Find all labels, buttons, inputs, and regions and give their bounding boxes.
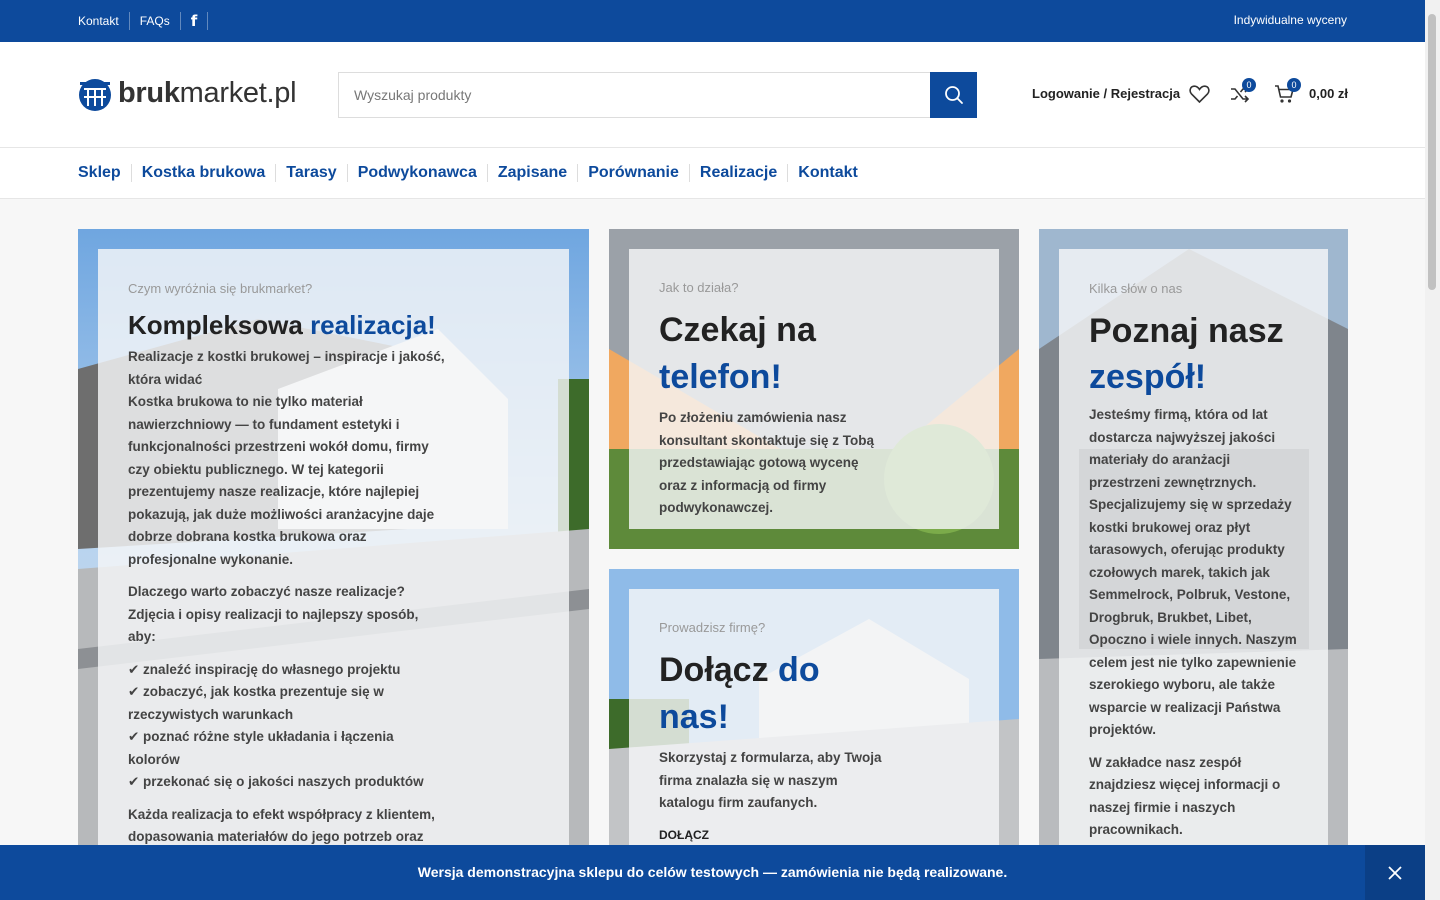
telefon-title: Czekaj na telefon! [659, 311, 816, 396]
nav-item-porownanie[interactable]: Porównanie [577, 164, 689, 182]
telefon-text: Po złożeniu zamówienia nasz konsultant s… [659, 410, 875, 515]
realizacje-panel: Czym wyróżnia się brukmarket? Kompleksow… [98, 249, 569, 869]
search-button[interactable] [930, 72, 977, 118]
individual-quotes-link[interactable]: Indywidualne wyceny [1234, 13, 1347, 27]
benefit-item: ✔ zobaczyć, jak kostka prezentuje się w … [128, 684, 384, 722]
realizacje-eyebrow: Czym wyróżnia się brukmarket? [128, 281, 313, 296]
nav-item-kostka-brukowa[interactable]: Kostka brukowa [130, 164, 276, 182]
search-input[interactable] [339, 73, 931, 117]
dolacz-card: Prowadzisz firmę? Dołącz do nas! Skorzys… [609, 569, 1019, 869]
compare-button[interactable]: 0 [1229, 78, 1256, 109]
nav-item-zapisane[interactable]: Zapisane [486, 164, 577, 182]
close-icon [1388, 865, 1402, 880]
zespol-panel: Kilka słów o nas Poznaj nasz zespół! Jes… [1059, 249, 1328, 869]
benefit-item: ✔ znaleźć inspirację do własnego projekt… [128, 661, 401, 677]
nav-item-sklep[interactable]: Sklep [78, 164, 131, 182]
login-register-link[interactable]: Logowanie / Rejestracja [1032, 86, 1180, 101]
cart-button[interactable]: 0 [1274, 78, 1301, 109]
logo-icon [79, 79, 111, 111]
nav-item-kontakt[interactable]: Kontakt [787, 164, 868, 182]
benefit-item: ✔ przekonać się o jakości naszych produk… [128, 774, 424, 790]
wishlist-button[interactable] [1189, 84, 1210, 109]
compare-count-badge: 0 [1242, 78, 1256, 92]
demo-store-notice: Wersja demonstracyjna sklepu do celów te… [0, 845, 1425, 900]
dolacz-link[interactable]: DOŁĄCZ [659, 828, 889, 842]
zespol-more-text: W zakładce nasz zespół znajdziesz więcej… [1089, 754, 1281, 838]
nav-item-realizacje[interactable]: Realizacje [688, 164, 787, 182]
search-icon [944, 86, 963, 104]
realizacje-benefits-list: ✔ znaleźć inspirację do własnego projekt… [128, 659, 448, 794]
facebook-icon[interactable]: f [181, 12, 209, 30]
scrollbar-thumb[interactable] [1428, 14, 1436, 290]
zespol-title: Poznaj nasz zespół! [1089, 312, 1284, 396]
dismiss-notice-button[interactable] [1365, 845, 1425, 900]
nav-item-podwykonawca[interactable]: Podwykonawca [346, 164, 487, 182]
zespol-card: Kilka słów o nas Poznaj nasz zespół! Jes… [1039, 229, 1348, 869]
telefon-panel: Jak to działa? Czekaj na telefon! Po zło… [629, 249, 999, 529]
dolacz-title: Dołącz do nas! [659, 651, 820, 736]
realizacje-intro: Realizacje z kostki brukowej – inspiracj… [128, 349, 445, 567]
cart-total[interactable]: 0,00 zł [1309, 86, 1348, 101]
logo-text: brukmarket.pl [118, 76, 297, 109]
header: brukmarket.pl Logowanie / Rejestracja 0 … [0, 42, 1425, 148]
top-bar-links: Kontakt FAQs f [78, 0, 209, 42]
top-link-kontakt[interactable]: Kontakt [78, 12, 130, 30]
search-form [338, 72, 977, 118]
zespol-text: Jesteśmy firmą, która od lat dostarcza n… [1089, 407, 1297, 737]
heart-icon [1189, 85, 1210, 104]
realizacje-title: Kompleksowa realizacja! [128, 310, 436, 340]
telefon-eyebrow: Jak to działa? [659, 280, 739, 295]
main-navigation: Sklep Kostka brukowa Tarasy Podwykonawca… [0, 148, 1425, 199]
zespol-eyebrow: Kilka słów o nas [1089, 281, 1183, 296]
telefon-card: Jak to działa? Czekaj na telefon! Po zło… [609, 229, 1019, 549]
realizacje-card: Czym wyróżnia się brukmarket? Kompleksow… [78, 229, 589, 869]
benefit-item: ✔ poznać różne style układania i łączeni… [128, 729, 394, 767]
top-link-faqs[interactable]: FAQs [130, 12, 181, 30]
dolacz-panel: Prowadzisz firmę? Dołącz do nas! Skorzys… [629, 589, 999, 869]
dolacz-text: Skorzystaj z formularza, aby Twoja firma… [659, 750, 882, 810]
page-scrollbar[interactable] [1425, 0, 1440, 900]
cart-count-badge: 0 [1287, 78, 1301, 92]
top-bar: Kontakt FAQs f Indywidualne wyceny [0, 0, 1425, 42]
logo[interactable]: brukmarket.pl [78, 74, 297, 112]
realizacje-why: Dlaczego warto zobaczyć nasze realizacje… [128, 584, 419, 645]
demo-notice-text: Wersja demonstracyjna sklepu do celów te… [417, 864, 1008, 880]
nav-item-tarasy[interactable]: Tarasy [275, 164, 346, 182]
dolacz-eyebrow: Prowadzisz firmę? [659, 620, 766, 635]
